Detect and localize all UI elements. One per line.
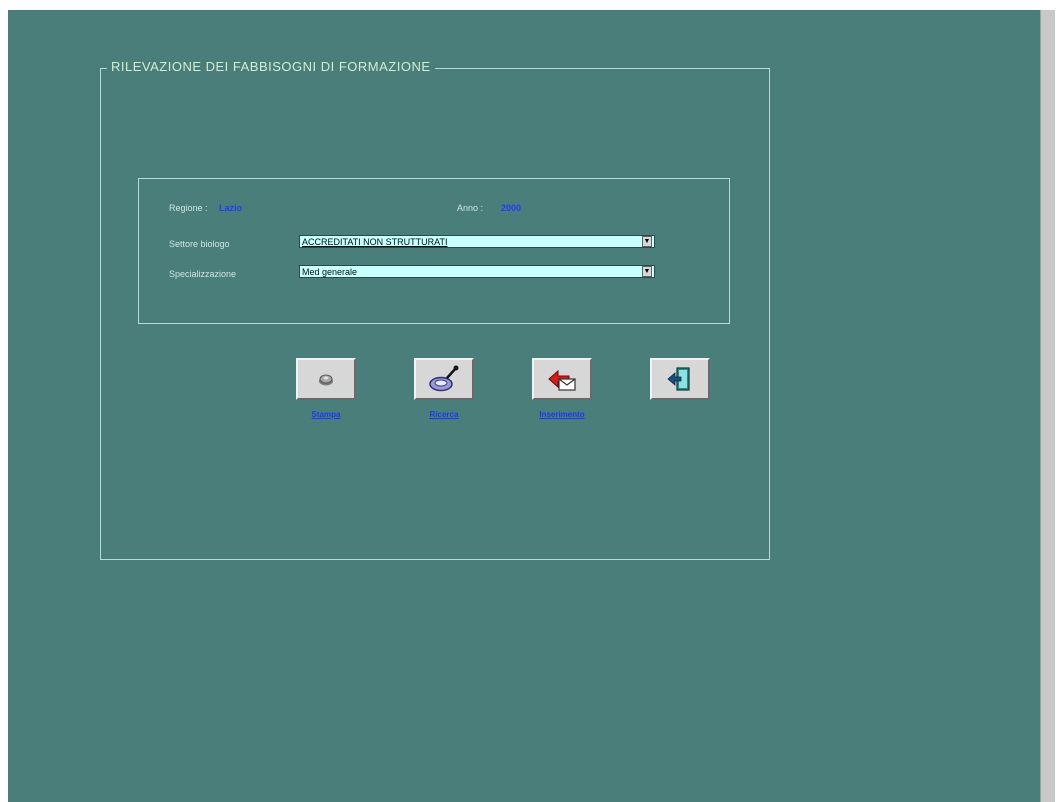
chevron-down-icon[interactable]: ▼: [642, 236, 652, 247]
chevron-down-icon[interactable]: ▼: [642, 266, 652, 277]
exit-icon: [667, 367, 690, 391]
specializzazione-select-value: Med generale: [302, 266, 358, 277]
search-icon: [429, 365, 459, 392]
regione-label: Regione :: [169, 203, 208, 213]
regione-value: Lazio: [219, 203, 243, 213]
anno-label: Anno :: [457, 203, 484, 213]
settore-select[interactable]: ACCREDITATI NON STRUTTURATI ▼: [299, 235, 655, 248]
settore-select-value: ACCREDITATI NON STRUTTURATI: [302, 236, 448, 247]
frame-title: RILEVAZIONE DEI FABBISOGNI DI FORMAZIONE: [107, 59, 435, 74]
settore-label: Settore biologo: [169, 239, 230, 249]
vertical-scrollbar[interactable]: [1040, 10, 1055, 802]
inserimento-button[interactable]: [532, 358, 592, 400]
ricerca-button[interactable]: [414, 358, 474, 400]
anno-value: 2000: [501, 203, 522, 213]
stampa-button[interactable]: [296, 358, 356, 400]
insert-icon: [548, 369, 576, 391]
exit-button[interactable]: [650, 358, 710, 400]
specializzazione-label: Specializzazione: [169, 269, 237, 279]
specializzazione-select[interactable]: Med generale ▼: [299, 265, 655, 278]
ricerca-label[interactable]: Ricerca: [414, 410, 474, 419]
stampa-label[interactable]: Stampa: [296, 410, 356, 419]
inserimento-label[interactable]: Inserimento: [522, 410, 602, 419]
printer-icon: [319, 374, 333, 386]
application-window: RILEVAZIONE DEI FABBISOGNI DI FORMAZIONE…: [8, 10, 1040, 802]
filters-frame: Regione : Lazio Anno : 2000 Settore biol…: [138, 178, 730, 324]
